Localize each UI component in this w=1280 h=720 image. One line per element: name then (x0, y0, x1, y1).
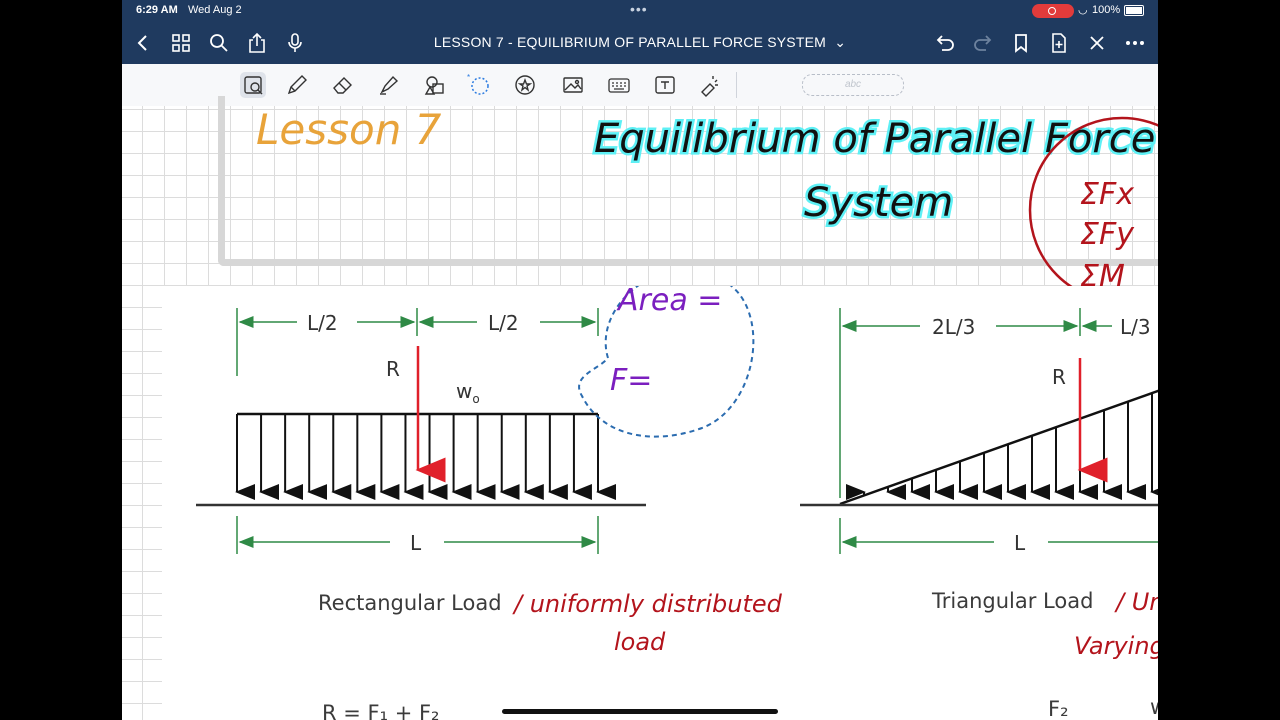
note-page[interactable]: Lesson 7 Equilibrium of Parallel Force S… (122, 96, 1158, 720)
undo-icon[interactable] (934, 32, 956, 54)
sticker-icon[interactable] (512, 72, 538, 98)
status-date: Wed Aug 2 (188, 4, 242, 16)
svg-text:*: * (467, 73, 470, 82)
bookmark-icon[interactable] (1010, 32, 1032, 54)
rect-handwritten-annotation: / uniformly distributed (512, 590, 783, 618)
share-icon[interactable] (246, 32, 268, 54)
top-navigation-bar: LESSON 7 - EQUILIBRIUM OF PARALLEL FORCE… (122, 22, 1158, 64)
grid-view-icon[interactable] (170, 32, 192, 54)
area-note-text: Area = (616, 286, 722, 318)
sum-fx-text: ΣFx (1080, 177, 1134, 212)
load-diagram-figure: L/2 L/2 R wo L Rectangular Load Area = F… (162, 269, 1158, 720)
laser-pointer-icon[interactable] (696, 72, 722, 98)
wifi-icon: ◡ (1078, 4, 1088, 16)
highlighter-icon[interactable] (376, 72, 402, 98)
tri-right-part-label: L/3 (1120, 315, 1151, 339)
handwriting-input-field[interactable]: abc (802, 74, 904, 96)
add-page-icon[interactable] (1048, 32, 1070, 54)
battery-icon (1124, 5, 1144, 16)
microphone-icon[interactable] (284, 32, 306, 54)
home-indicator[interactable] (502, 709, 778, 714)
status-time: 6:29 AM (136, 4, 178, 16)
text-icon[interactable] (652, 72, 678, 98)
multitasking-dots-icon[interactable]: ••• (630, 1, 648, 17)
rect-load-intensity-label: wo (456, 379, 480, 406)
back-chevron-icon[interactable] (132, 32, 154, 54)
title-system-text: System (804, 180, 953, 226)
bottom-right-label: F₂ (1048, 697, 1069, 720)
tri-handwritten-annotation: / Un (1114, 588, 1158, 616)
search-icon[interactable] (208, 32, 230, 54)
close-icon[interactable] (1086, 32, 1108, 54)
redo-icon[interactable] (972, 32, 994, 54)
battery-percent: 100% (1092, 4, 1121, 16)
rect-left-half-label: L/2 (307, 311, 338, 335)
ipad-screen: 6:29 AM Wed Aug 2 ••• ◡ 100% LESSON 7 - … (122, 0, 1158, 720)
triangular-load-diagram: 2L/3 L/3 R L Triangular Load (800, 308, 1158, 613)
screen-recording-icon[interactable] (1032, 4, 1074, 18)
rect-caption: Rectangular Load (318, 591, 502, 615)
lasso-select-icon[interactable]: * (466, 72, 492, 98)
force-note-text: F= (610, 363, 652, 398)
shapes-icon[interactable] (422, 72, 448, 98)
tri-load-slope (839, 389, 1158, 506)
lasso-zoom-icon[interactable] (240, 72, 266, 98)
sum-fy-text: ΣFy (1080, 217, 1135, 252)
tri-left-part-label: 2L/3 (932, 315, 975, 339)
toolbar-divider (736, 72, 737, 98)
title-equilibrium-text: Equilibrium of Parallel Force (594, 116, 1155, 162)
title-lesson-text: Lesson 7 (256, 106, 442, 154)
bottom-left-equation: R = F₁ + F₂ (322, 701, 439, 720)
rect-right-half-label: L/2 (488, 311, 519, 335)
load-diagrams: L/2 L/2 R wo L Rectangular Load Area = F… (196, 269, 1158, 720)
tri-resultant-label: R (1052, 365, 1066, 389)
tri-length-label: L (1014, 531, 1026, 555)
document-title[interactable]: LESSON 7 - EQUILIBRIUM OF PARALLEL FORCE… (382, 34, 898, 51)
status-bar: 6:29 AM Wed Aug 2 ••• ◡ 100% (122, 0, 1158, 22)
image-icon[interactable] (560, 72, 586, 98)
rect-handwritten-annotation-2: load (614, 628, 666, 656)
pen-icon[interactable] (284, 72, 310, 98)
rect-length-label: L (410, 531, 422, 555)
keyboard-icon[interactable] (606, 72, 632, 98)
rectangular-load-diagram: L/2 L/2 R wo L Rectangular Load (196, 308, 646, 615)
bottom-right-label-2: w (1150, 695, 1158, 719)
more-options-icon[interactable] (1124, 32, 1146, 54)
tri-caption: Triangular Load (931, 589, 1093, 613)
rect-resultant-label: R (386, 357, 400, 381)
tri-handwritten-annotation-2: Varying (1074, 632, 1158, 660)
eraser-icon[interactable] (330, 72, 356, 98)
